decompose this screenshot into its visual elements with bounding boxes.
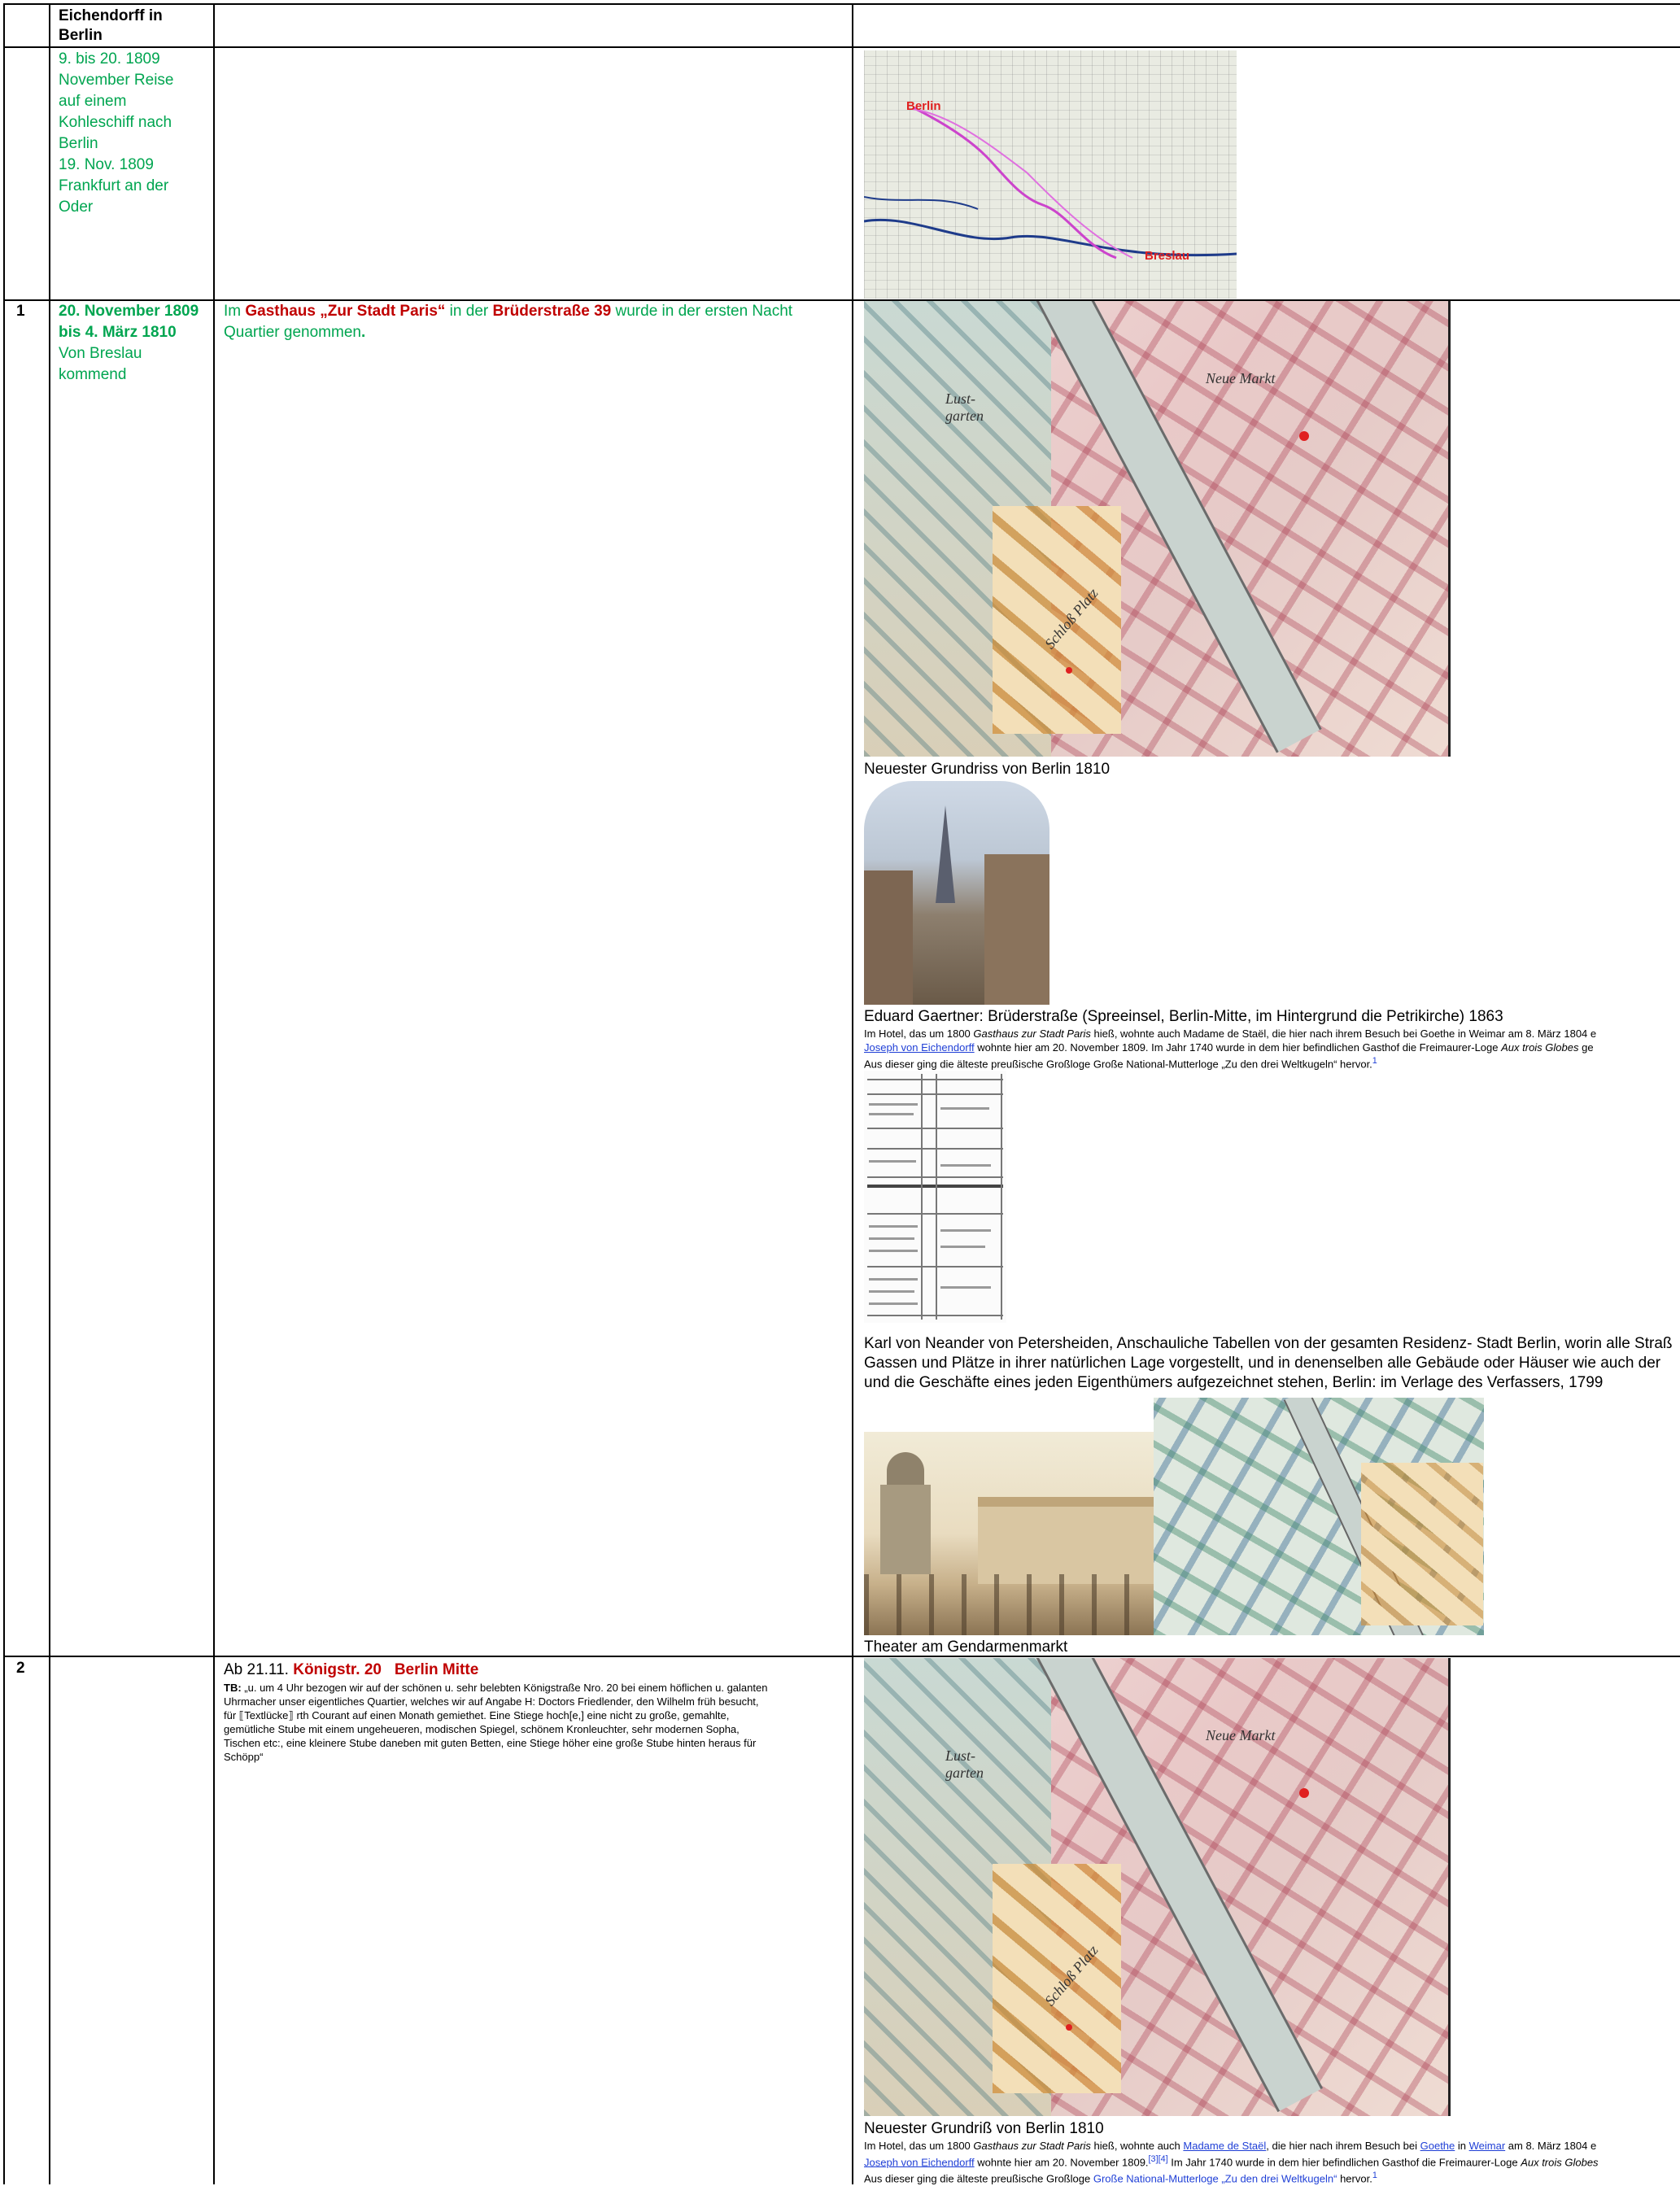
row1-description: Im Gasthaus „Zur Stadt Paris“ in der Brü… [224,301,842,343]
theater-tower [880,1485,931,1574]
row1-street: Brüderstraße 39 [492,303,612,320]
tables-caption: Karl von Neander von Petersheiden, Ansch… [864,1334,1680,1393]
hotel-note-line: Aus dieser ging die älteste preußische G… [864,1056,1377,1071]
diary-line: Tischen etc:, eine kleinere Stube danebe… [224,1737,757,1749]
map-location-marker [1299,431,1309,441]
green-district-map-image [1154,1398,1484,1635]
row1-dates: 20. November 1809 bis 4. März 1810 Von B… [59,301,209,386]
eichendorff-link[interactable]: Joseph von Eichendorff [864,1041,975,1054]
row1-date-normal: kommend [59,366,127,383]
map-location-marker [1066,667,1072,674]
grid-line-col3 [852,3,853,2184]
travel-line: 9. bis 20. 1809 [59,50,160,68]
map-label-neuer-markt: Neue Markt [1206,1727,1276,1743]
goethe-link[interactable]: Goethe [1420,2140,1455,2152]
diary-line: TB: „u. um 4 Uhr bezogen wir auf der sch… [224,1682,768,1694]
tables-caption-line: und die Geschäfte eines jeden Eigenthüme… [864,1374,1604,1391]
travel-dates: 9. bis 20. 1809 November Reise auf einem… [59,49,209,218]
diary-line: Uhrmacher unser eigentliches Quartier, w… [224,1695,759,1708]
map-label-lustgarten: Lust-garten [945,1747,984,1781]
hotel-note-line: Aus dieser ging die älteste preußische G… [864,2171,1377,2185]
header-title: Eichendorff in Berlin [59,7,163,44]
grossloge-link[interactable]: Große National-Mutterloge „Zu den drei W… [1093,2173,1337,2185]
tables-caption-line: Gassen und Plätze in ihrer natürlichen L… [864,1355,1661,1372]
hotel-note-line: Im Hotel, das um 1800 Gasthaus zur Stadt… [864,1028,1597,1040]
painting-buildings-left [864,870,913,1005]
grid-line-col2 [213,3,215,2184]
row1-text-im: Im [224,303,246,320]
theater-building [978,1497,1154,1584]
row1-gasthaus-name: Gasthaus „Zur Stadt Paris“ [245,303,446,320]
footnote-ref[interactable]: 1 [1372,1056,1377,1066]
row2-diary-quote: TB: „u. um 4 Uhr bezogen wir auf der sch… [224,1681,846,1764]
map-location-marker [1299,1788,1309,1798]
hotel-note-line: Im Hotel, das um 1800 Gasthaus zur Stadt… [864,2140,1597,2152]
hotel-note-line: Joseph von Eichendorff wohnte hier am 20… [864,1041,1594,1054]
travel-line: November Reise [59,72,174,89]
eichendorff-link[interactable]: Joseph von Eichendorff [864,2156,975,2168]
berlin-map-1810-image-2: Lust-garten Schloß Platz Neue Markt [864,1658,1451,2116]
row2-description: Ab 21.11. Königstr. 20 Berlin Mitte TB: … [224,1660,846,1764]
green-map-orange-zone [1361,1463,1483,1625]
row1-date-normal: Von Breslau [59,345,142,362]
painting-church-spire [936,805,955,903]
theater-square-figures [864,1574,1154,1635]
row1-text-dot: . [360,324,366,341]
neander-tables-image [864,1071,1006,1323]
travel-line: Kohleschiff nach [59,114,172,131]
map-schlossplatz-zone [992,506,1121,734]
grid-line-left [3,3,5,2184]
travel-line: 19. Nov. 1809 [59,156,154,173]
route-map-image: Berlin Breslau [864,50,1237,299]
row1-date-bold: 20. November 1809 [59,303,199,320]
map-label-lustgarten: Lust-garten [945,391,984,424]
row2-address: Ab 21.11. Königstr. 20 Berlin Mitte [224,1661,479,1678]
travel-line: auf einem [59,93,127,110]
grid-line-row1b [3,1656,50,1657]
grid-line-row1 [3,1656,1680,1657]
painting-buildings-right [984,854,1049,1005]
row1-date-bold: bis 4. März 1810 [59,324,177,341]
travel-line: Frankfurt an der [59,177,169,194]
route-label-breslau: Breslau [1145,249,1190,263]
travel-line: Berlin [59,135,98,152]
row1-text-rest: wurde in der ersten Nacht [611,303,793,320]
painting-caption: Eduard Gaertner: Brüderstraße (Spreeinse… [864,1008,1503,1025]
gendarmenmarkt-image [864,1432,1154,1635]
row-number-1: 1 [16,303,25,320]
map-label-neuer-markt: Neue Markt [1206,370,1276,386]
row1-text-inder: in der [445,303,493,320]
grid-line-top [3,3,1680,5]
row-number-2: 2 [16,1660,25,1677]
theater-caption: Theater am Gendarmenmarkt [864,1638,1068,1656]
weimar-link[interactable]: Weimar [1469,2140,1506,2152]
row1-text-line2: Quartier genommen [224,324,361,341]
theater-dome [887,1452,924,1485]
footnote-ref[interactable]: 1 [1372,2171,1377,2180]
hotel-note-1: Im Hotel, das um 1800 Gasthaus zur Stadt… [864,1027,1680,1071]
map-caption-2: Neuester Grundriß von Berlin 1810 [864,2120,1104,2137]
grid-line-col1 [49,3,50,2184]
diary-line: Schöpp“ [224,1751,264,1763]
map-caption-1: Neuester Grundriss von Berlin 1810 [864,761,1111,778]
grid-line-header [3,46,1680,48]
diary-line: gemütliche Stube mit einem ungeheueren, … [224,1723,740,1735]
footnote-ref[interactable]: [3][4] [1149,2154,1168,2164]
travel-line: Oder [59,199,94,216]
stael-link[interactable]: Madame de Staël [1183,2140,1266,2152]
tables-caption-line: Karl von Neander von Petersheiden, Ansch… [864,1335,1673,1352]
row2-district: Berlin Mitte [394,1661,479,1678]
diary-line: für ⟦Textlücke⟧ rth Courant auf einen Mo… [224,1709,730,1721]
row2-street: Königstr. 20 [293,1661,382,1678]
hotel-note-line: Joseph von Eichendorff wohnte hier am 20… [864,2154,1599,2169]
hotel-note-2: Im Hotel, das um 1800 Gasthaus zur Stadt… [864,2139,1680,2186]
map-location-marker [1066,2024,1072,2031]
gaertner-painting-image [864,781,1049,1005]
berlin-map-1810-image: Lust-garten Schloß Platz Neue Markt [864,301,1451,757]
route-label-berlin: Berlin [906,99,941,113]
